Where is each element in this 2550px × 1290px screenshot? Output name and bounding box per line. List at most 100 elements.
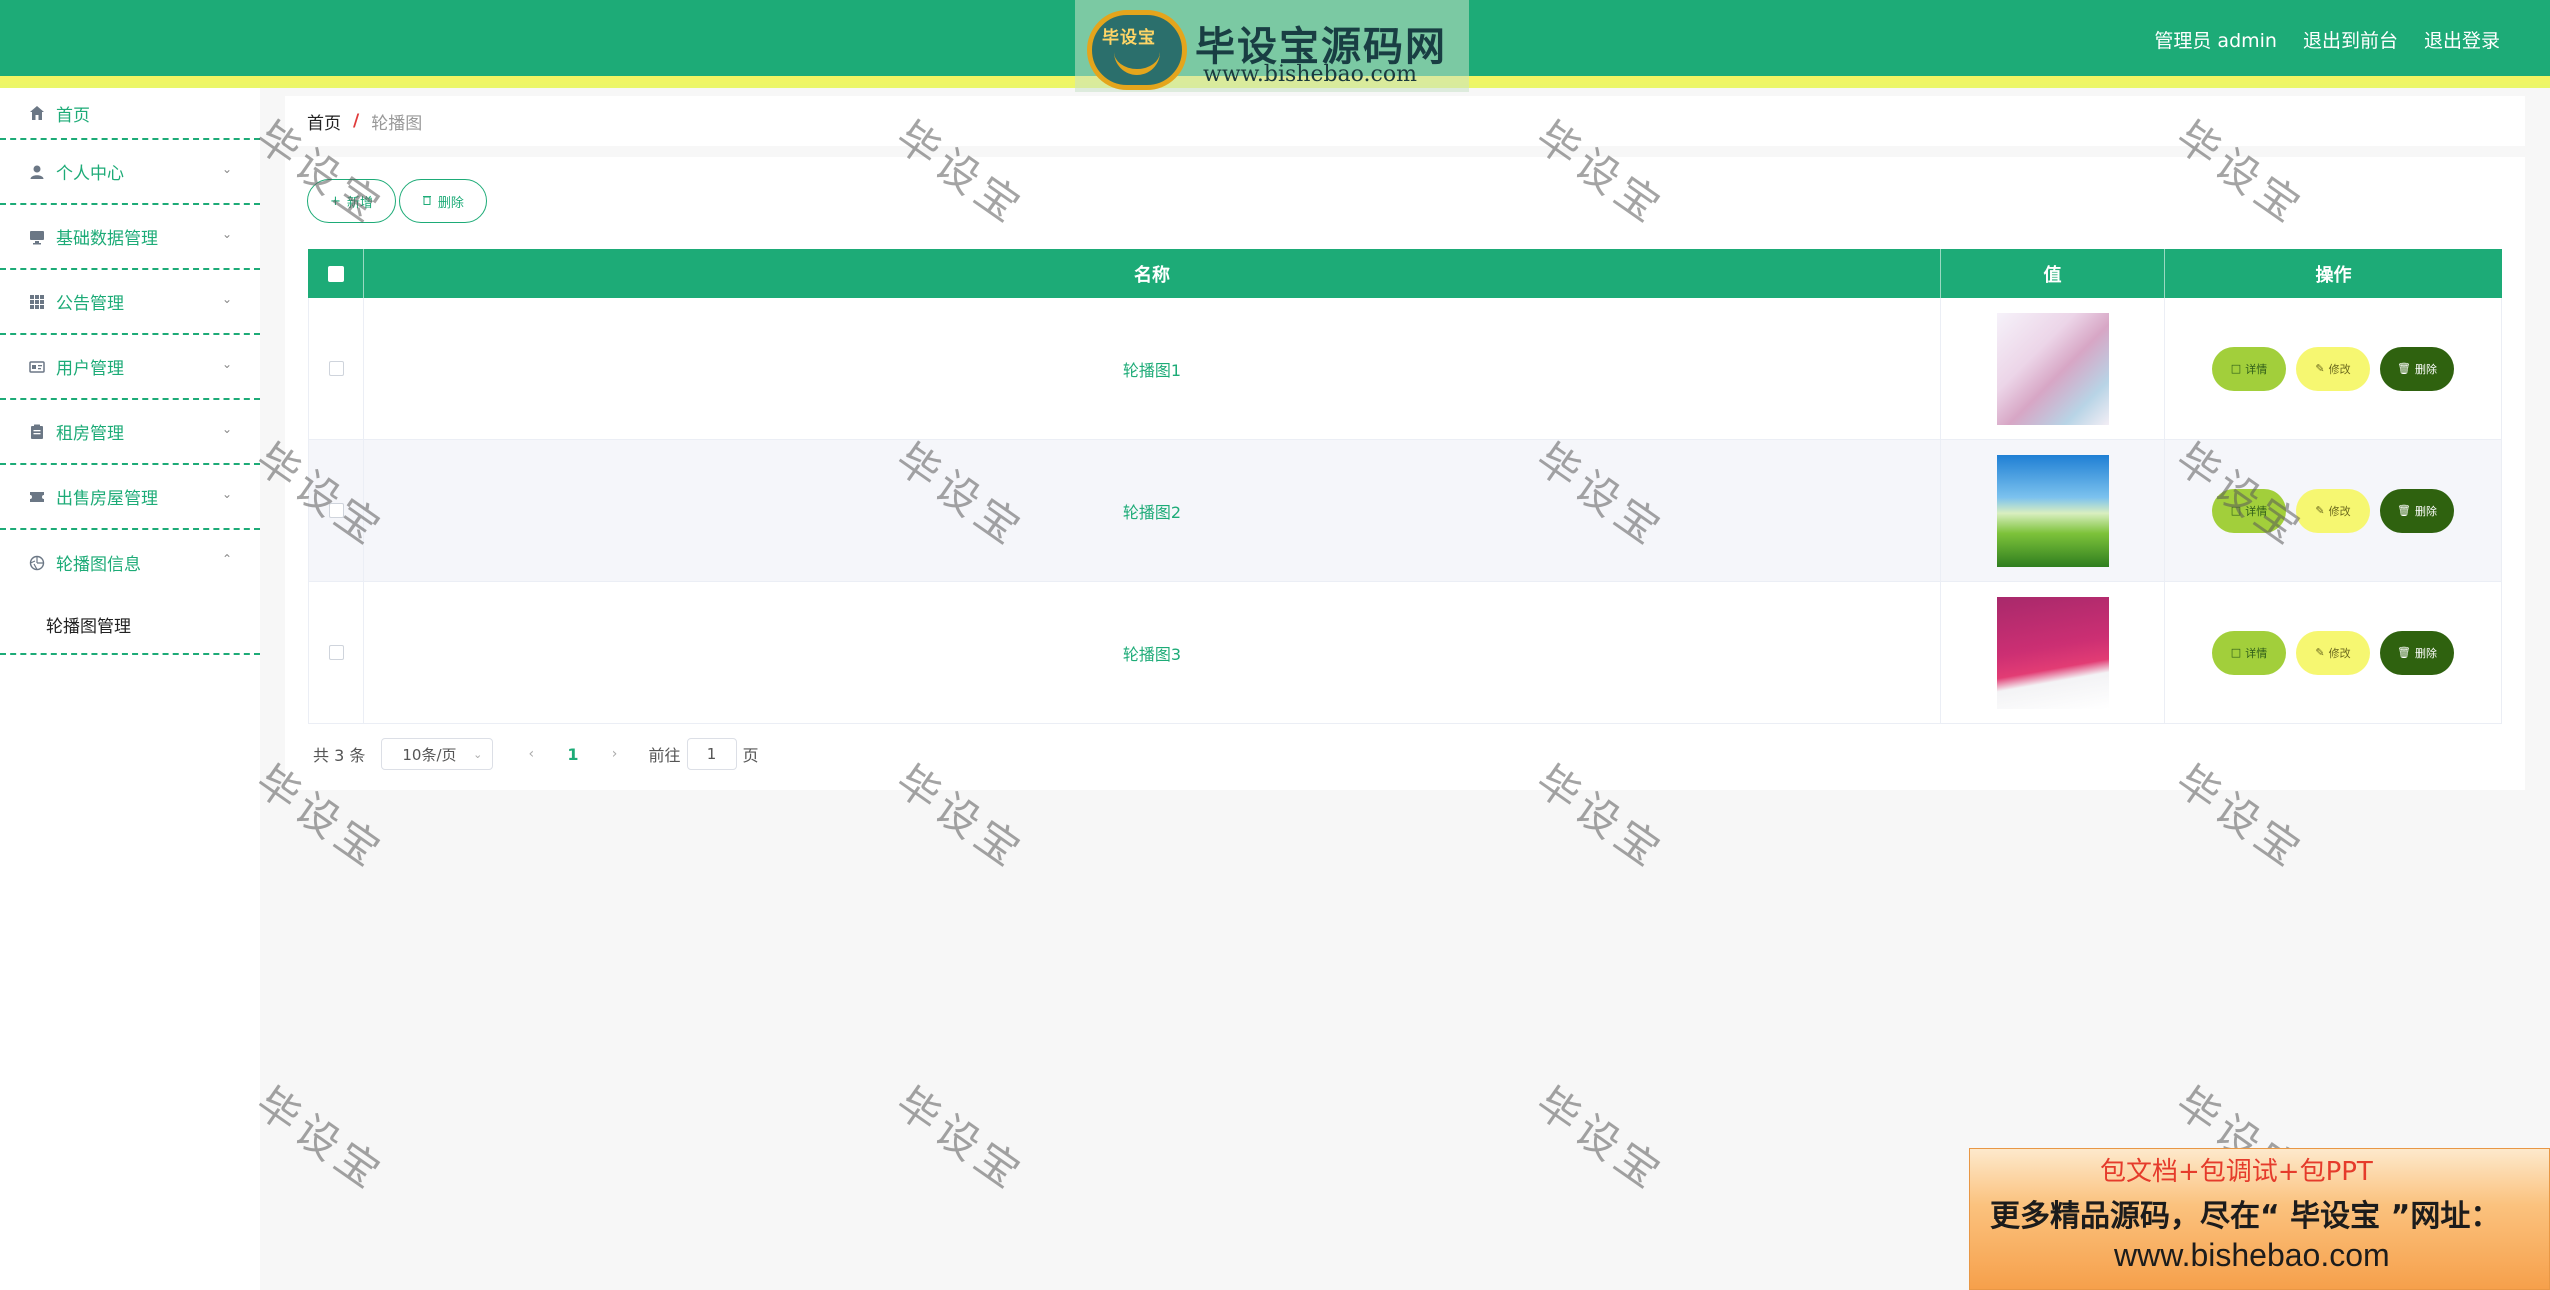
page-size-value: 10条/页 [402, 745, 457, 764]
id-card-icon [28, 358, 46, 376]
name-cell: 轮播图1 [364, 298, 1941, 439]
chevron-down-icon: ⌄ [221, 487, 232, 501]
edit-label: 修改 [2328, 362, 2351, 376]
page-size-select[interactable]: 10条/页 ⌄ [381, 738, 494, 770]
detail-button[interactable]: □ 详情 [2212, 346, 2286, 391]
sidebar-item-users[interactable]: 用户管理 ⌄ [0, 335, 260, 400]
pagination: 共 3 条 10条/页 ⌄ ‹ 1 › 前往 1 页 [313, 738, 759, 770]
watermark: 毕设宝 [887, 1077, 1034, 1201]
chevron-down-icon: ⌄ [221, 292, 232, 306]
value-cell [1941, 298, 2165, 439]
next-page-icon[interactable]: › [605, 746, 625, 762]
magenta-abstract-image[interactable] [1996, 596, 2109, 709]
sidebar-item-label: 出售房屋管理 [56, 489, 158, 509]
breadcrumb-separator: / [353, 111, 360, 131]
ticket-icon [28, 488, 46, 506]
row-delete-button[interactable]: 🗑 删除 [2380, 346, 2454, 391]
edit-label: 修改 [2328, 646, 2351, 660]
trash-icon: 🗑 [2397, 504, 2411, 517]
add-button-label: 新增 [346, 195, 373, 211]
pagination-total: 共 3 条 [313, 746, 366, 765]
watermark: 毕设宝 [1527, 1077, 1674, 1201]
select-all-checkbox-cell [308, 249, 364, 298]
chevron-down-icon: ⌄ [473, 747, 483, 761]
row-checkbox[interactable] [328, 503, 344, 518]
logout-link[interactable]: 退出登录 [2424, 26, 2500, 53]
ad-banner[interactable]: 包文档+包调试+包PPT 更多精品源码，尽在“ 毕设宝 ”网址： www.bis… [1969, 1148, 2550, 1290]
sidebar-item-house-sale[interactable]: 出售房屋管理 ⌄ [0, 465, 260, 530]
edit-button[interactable]: ✎ 修改 [2296, 630, 2370, 675]
row-name: 轮播图1 [1122, 360, 1182, 380]
chevron-down-icon: ⌄ [221, 162, 232, 176]
name-cell: 轮播图2 [364, 440, 1941, 581]
grid-icon [28, 293, 46, 311]
sidebar-item-rental[interactable]: 租房管理 ⌄ [0, 400, 260, 465]
logo-url: www.bishebao.com [1203, 62, 1417, 87]
page-number[interactable]: 1 [567, 745, 578, 764]
row-delete-button[interactable]: 🗑 删除 [2380, 488, 2454, 533]
aperture-icon [28, 554, 46, 572]
goto-page-input[interactable]: 1 [686, 738, 737, 770]
edit-label: 修改 [2328, 504, 2351, 518]
detail-icon: □ [2230, 646, 2242, 659]
sidebar-item-basic-data[interactable]: 基础数据管理 ⌄ [0, 205, 260, 270]
value-cell [1941, 582, 2165, 723]
breadcrumb-home[interactable]: 首页 [307, 109, 341, 134]
header-actions: 管理员 admin 退出到前台 退出登录 [2154, 26, 2500, 53]
delete-button-label: 删除 [437, 195, 464, 211]
sidebar-item-label: 用户管理 [56, 359, 124, 379]
ad-line-3: www.bishebao.com [2114, 1237, 2390, 1273]
sidebar-item-home[interactable]: 首页 [0, 88, 260, 140]
chevron-down-icon: ⌄ [221, 227, 232, 241]
sidebar-item-label: 基础数据管理 [56, 229, 158, 249]
detail-icon: □ [2230, 362, 2242, 375]
breadcrumb: 首页 / 轮播图 [285, 96, 2525, 146]
value-cell [1941, 440, 2165, 581]
column-header-ops: 操作 [2315, 264, 2352, 286]
logo-smile-shape [1114, 51, 1160, 75]
logo-badge-text: 毕设宝 [1102, 28, 1156, 48]
monitor-icon [28, 228, 46, 246]
edit-button[interactable]: ✎ 修改 [2296, 346, 2370, 391]
detail-button[interactable]: □ 详情 [2212, 630, 2286, 675]
select-all-checkbox[interactable] [327, 265, 344, 282]
delete-label: 删除 [2414, 646, 2437, 660]
sidebar-item-announcements[interactable]: 公告管理 ⌄ [0, 270, 260, 335]
trash-icon: 🗑 [2397, 362, 2411, 375]
row-name: 轮播图2 [1122, 502, 1182, 522]
row-checkbox[interactable] [328, 645, 344, 660]
chevron-down-icon: ⌄ [221, 422, 232, 436]
delete-button[interactable]: 删除 [398, 179, 487, 223]
row-name: 轮播图3 [1122, 644, 1182, 664]
detail-icon: □ [2230, 504, 2242, 517]
sidebar-item-label: 公告管理 [56, 294, 124, 314]
detail-label: 详情 [2245, 646, 2268, 660]
column-header-value: 值 [1941, 249, 2165, 298]
logo-badge-icon: 毕设宝 [1087, 10, 1187, 90]
user-icon [28, 163, 46, 181]
sidebar-item-label: 首页 [56, 105, 90, 126]
prev-page-icon[interactable]: ‹ [521, 746, 541, 762]
back-to-front-link[interactable]: 退出到前台 [2303, 26, 2398, 53]
add-button[interactable]: + 新增 [307, 179, 396, 223]
edit-button[interactable]: ✎ 修改 [2296, 488, 2370, 533]
chevron-down-icon: ⌄ [221, 357, 232, 371]
sidebar-item-carousel[interactable]: 轮播图信息 ⌃ [0, 530, 260, 595]
edit-icon: ✎ [2315, 646, 2325, 659]
pink-flower-image[interactable] [1996, 312, 2109, 425]
detail-button[interactable]: □ 详情 [2212, 488, 2286, 533]
sidebar-subitem-carousel-manage[interactable]: 轮播图管理 [0, 595, 260, 655]
detail-label: 详情 [2245, 362, 2268, 376]
chevron-up-icon: ⌃ [221, 552, 232, 566]
table-header: 名称 值 操作 [308, 249, 2502, 298]
trash-icon: 🗑 [2397, 646, 2411, 659]
page-suffix: 页 [742, 746, 759, 765]
row-delete-button[interactable]: 🗑 删除 [2380, 630, 2454, 675]
green-grass-sky-image[interactable] [1996, 454, 2109, 567]
row-checkbox[interactable] [328, 361, 344, 376]
table-row: 轮播图2 □ 详情 ✎ 修改 🗑 删除 [308, 440, 2502, 582]
watermark: 毕设宝 [247, 1077, 394, 1201]
sidebar-item-personal-center[interactable]: 个人中心 ⌄ [0, 140, 260, 205]
ops-cell: □ 详情 ✎ 修改 🗑 删除 [2165, 440, 2502, 581]
breadcrumb-current: 轮播图 [371, 113, 423, 134]
